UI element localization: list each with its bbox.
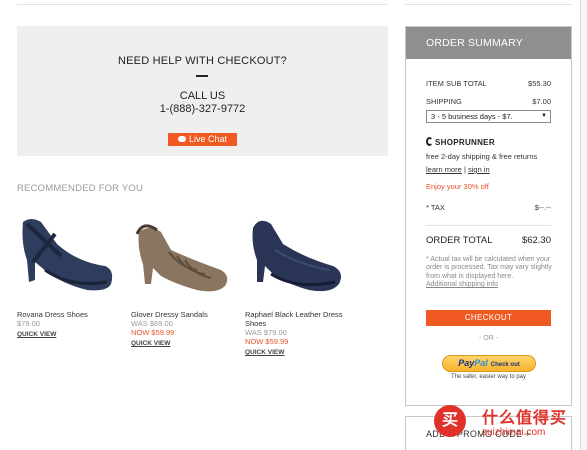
shoprunner-brand: SHOPRUNNER: [435, 138, 495, 147]
product-image-raphael[interactable]: [245, 210, 345, 298]
product-name[interactable]: Rovana Dress Shoes: [17, 310, 132, 319]
top-divider: [17, 4, 387, 5]
chat-bubble-icon: [177, 135, 186, 142]
product-was-price: WAS $79.00: [245, 328, 287, 337]
or-separator: - OR -: [478, 335, 499, 342]
tax-note-text: * Actual tax will be calculated when you…: [426, 256, 552, 280]
product-was-price: WAS $69.00: [131, 319, 173, 328]
tax-value: $--.--: [534, 203, 551, 212]
learn-more-link[interactable]: learn more: [426, 165, 462, 174]
watermark: 买 什么值得买 zuizhimai.com: [434, 399, 580, 445]
product-image-glover[interactable]: [131, 210, 231, 298]
shipping-label: SHIPPING: [426, 97, 462, 106]
live-chat-button[interactable]: Live Chat: [168, 133, 237, 146]
subtotal-label: ITEM SUB TOTAL: [426, 79, 487, 88]
product-card[interactable]: Glover Dressy Sandals WAS $69.00 NOW $59…: [131, 210, 243, 347]
top-divider-right: [405, 4, 572, 5]
additional-shipping-link[interactable]: Additional shipping info: [426, 281, 498, 288]
product-sale-price: NOW $59.99: [245, 337, 289, 346]
paypal-logo-pay: Pay: [458, 358, 475, 368]
tax-note: * Actual tax will be calculated when you…: [426, 256, 554, 290]
phone-number[interactable]: 1-(888)-327-9772: [17, 103, 388, 115]
shoprunner-icon: [426, 137, 433, 147]
product-card[interactable]: Rovana Dress Shoes $79.00 QUICK VIEW: [17, 210, 129, 338]
product-name[interactable]: Glover Dressy Sandals: [131, 310, 246, 319]
product-image-rovana[interactable]: [17, 210, 117, 298]
paypal-checkout-label: Check out: [490, 362, 520, 368]
order-total-value: $62.30: [521, 235, 551, 246]
sign-in-link[interactable]: sign in: [468, 165, 490, 174]
quick-view-link[interactable]: QUICK VIEW: [245, 348, 360, 357]
paypal-tagline: The safer, easier way to pay: [450, 374, 527, 380]
checkout-help-panel: NEED HELP WITH CHECKOUT? CALL US 1-(888)…: [17, 26, 388, 156]
watermark-badge-icon: 买: [434, 405, 466, 437]
tax-label: * TAX: [426, 203, 445, 212]
order-summary-panel: ORDER SUMMARY ITEM SUB TOTAL $55.30 SHIP…: [405, 26, 572, 406]
product-name[interactable]: Raphael Black Leather Dress Shoes: [245, 310, 360, 328]
shipping-option-value: 3 - 5 business days - $7.: [431, 112, 513, 121]
discount-message: Enjoy your 30% off: [426, 182, 489, 191]
paypal-logo-pal: Pal: [474, 358, 488, 368]
dropdown-arrow-icon: ▼: [541, 113, 547, 119]
watermark-url: zuizhimai.com: [482, 427, 546, 438]
divider: [426, 225, 551, 226]
shoprunner-description: free 2-day shipping & free returns: [426, 152, 538, 161]
watermark-text: 什么值得买: [482, 408, 568, 427]
order-summary-title: ORDER SUMMARY: [406, 27, 571, 59]
paypal-checkout-button[interactable]: PayPal Check out: [442, 355, 536, 372]
order-total-row: ORDER TOTAL $62.30: [426, 235, 551, 246]
shoprunner-links: learn more | sign in: [426, 165, 490, 174]
product-price: $79.00: [17, 319, 40, 328]
help-title: NEED HELP WITH CHECKOUT?: [117, 55, 287, 67]
tax-row: * TAX $--.--: [426, 203, 551, 212]
shipping-row: SHIPPING $7.00: [426, 97, 551, 106]
quick-view-link[interactable]: QUICK VIEW: [131, 339, 246, 348]
shipping-value: $7.00: [532, 97, 551, 106]
shoprunner-logo: SHOPRUNNER: [426, 137, 495, 147]
recommended-heading: RECOMMENDED FOR YOU: [17, 183, 144, 194]
product-sale-price: NOW $59.99: [131, 328, 175, 337]
divider: [196, 75, 208, 77]
subtotal-row: ITEM SUB TOTAL $55.30: [426, 79, 551, 88]
quick-view-link[interactable]: QUICK VIEW: [17, 330, 132, 339]
order-total-label: ORDER TOTAL: [426, 235, 493, 246]
shipping-method-select[interactable]: 3 - 5 business days - $7. ▼: [426, 110, 551, 123]
live-chat-label: Live Chat: [188, 134, 228, 144]
checkout-button[interactable]: CHECKOUT: [426, 310, 551, 326]
call-us-label: CALL US: [179, 90, 226, 102]
page-scrollbar[interactable]: [580, 0, 587, 450]
product-card[interactable]: Raphael Black Leather Dress Shoes WAS $7…: [245, 210, 357, 356]
subtotal-value: $55.30: [528, 79, 551, 88]
